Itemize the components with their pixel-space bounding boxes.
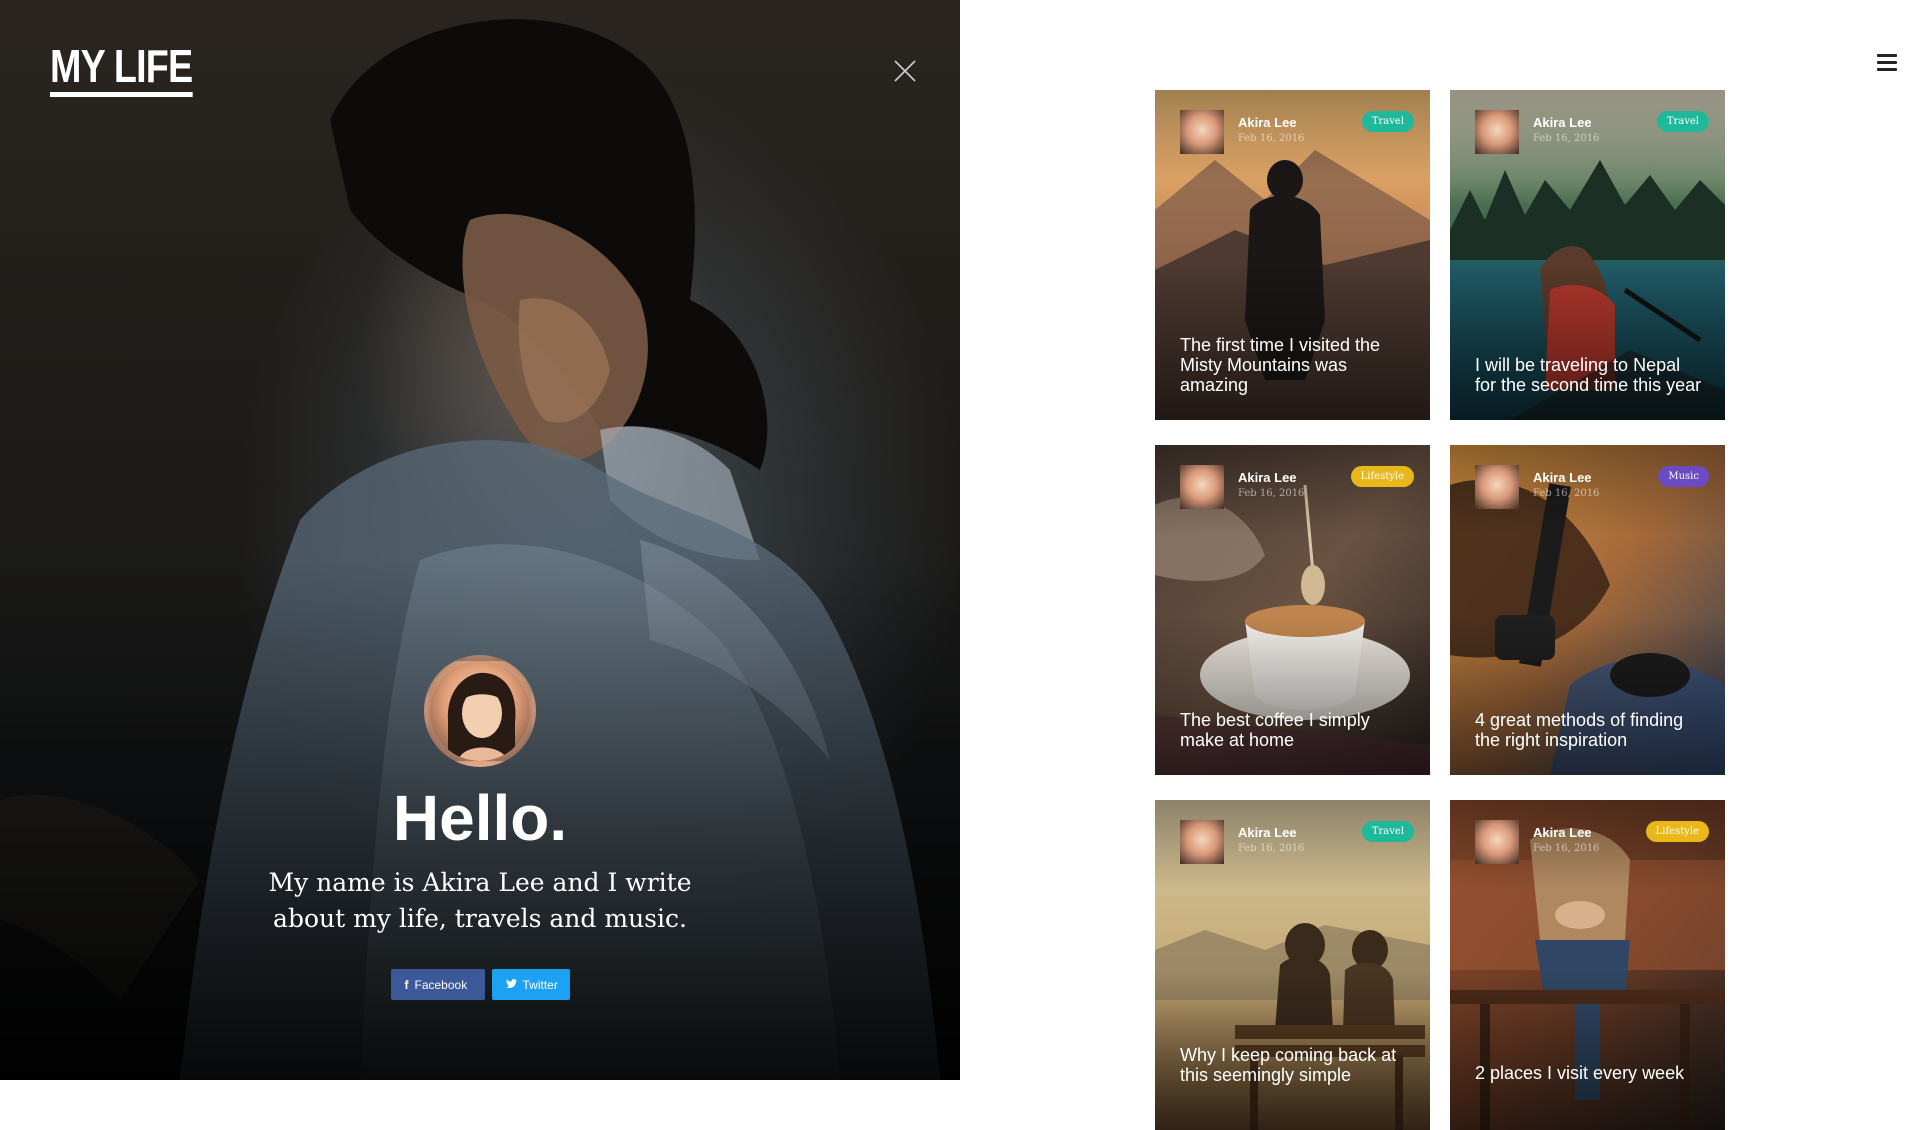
hero-intro-text: My name is Akira Lee and I write about m…	[268, 868, 692, 933]
post-header: Akira Lee Feb 16, 2016 Travel	[1475, 110, 1709, 154]
post-date: Feb 16, 2016	[1238, 488, 1305, 499]
hero-panel: MY LIFE Hello. My name is Akira Lee and …	[0, 0, 960, 1080]
post-author: Akira Lee	[1238, 115, 1297, 130]
post-card[interactable]: Akira Lee Feb 16, 2016 Lifestyle 2 place…	[1450, 800, 1725, 1130]
facebook-button[interactable]: f Facebook	[390, 969, 485, 1000]
post-author-avatar	[1180, 465, 1224, 509]
post-date: Feb 16, 2016	[1533, 843, 1600, 854]
author-avatar	[424, 655, 536, 767]
post-header: Akira Lee Feb 16, 2016 Lifestyle	[1475, 820, 1709, 864]
post-date: Feb 16, 2016	[1238, 133, 1305, 144]
posts-grid: Akira Lee Feb 16, 2016 Travel The first …	[1155, 90, 1725, 1130]
facebook-button-label: Facebook	[414, 977, 468, 992]
post-title[interactable]: 4 great methods of finding the right ins…	[1475, 710, 1703, 750]
post-author: Akira Lee	[1533, 115, 1592, 130]
post-author-avatar	[1180, 110, 1224, 154]
hamburger-menu-icon[interactable]	[1877, 54, 1897, 72]
post-title[interactable]: I will be traveling to Nepal for the sec…	[1475, 355, 1703, 395]
post-date: Feb 16, 2016	[1238, 843, 1305, 854]
post-author-avatar	[1475, 465, 1519, 509]
post-header: Akira Lee Feb 16, 2016 Travel	[1180, 820, 1414, 864]
post-title[interactable]: The first time I visited the Misty Mount…	[1180, 335, 1408, 395]
close-icon[interactable]	[894, 60, 916, 82]
post-card[interactable]: Akira Lee Feb 16, 2016 Travel I will be …	[1450, 90, 1725, 420]
intro-block: Hello. My name is Akira Lee and I write …	[0, 655, 960, 1000]
post-author: Akira Lee	[1238, 470, 1297, 485]
social-buttons: f Facebook Twitter	[0, 969, 960, 1000]
twitter-button-label: Twitter	[522, 977, 558, 992]
post-author-avatar	[1475, 110, 1519, 154]
post-author: Akira Lee	[1533, 470, 1592, 485]
post-author-avatar	[1180, 820, 1224, 864]
category-badge[interactable]: Travel	[1361, 111, 1414, 132]
post-title[interactable]: Why I keep coming back at this seemingly…	[1180, 1045, 1408, 1085]
post-author-avatar	[1475, 820, 1519, 864]
post-header: Akira Lee Feb 16, 2016 Lifestyle	[1180, 465, 1414, 509]
hero-heading: Hello.	[392, 782, 568, 854]
category-badge[interactable]: Music	[1658, 466, 1709, 487]
category-badge[interactable]: Lifestyle	[1350, 466, 1414, 487]
post-card[interactable]: Akira Lee Feb 16, 2016 Music 4 great met…	[1450, 445, 1725, 775]
site-logo[interactable]: MY LIFE	[50, 43, 193, 97]
post-author: Akira Lee	[1238, 825, 1297, 840]
category-badge[interactable]: Travel	[1656, 111, 1709, 132]
post-title[interactable]: The best coffee I simply make at home	[1180, 710, 1408, 750]
facebook-icon: f	[404, 977, 409, 992]
post-author: Akira Lee	[1533, 825, 1592, 840]
category-badge[interactable]: Travel	[1361, 821, 1414, 842]
post-card[interactable]: Akira Lee Feb 16, 2016 Travel Why I keep…	[1155, 800, 1430, 1130]
post-card[interactable]: Akira Lee Feb 16, 2016 Travel The first …	[1155, 90, 1430, 420]
post-date: Feb 16, 2016	[1533, 133, 1600, 144]
post-header: Akira Lee Feb 16, 2016 Travel	[1180, 110, 1414, 154]
post-header: Akira Lee Feb 16, 2016 Music	[1475, 465, 1709, 509]
post-date: Feb 16, 2016	[1533, 488, 1600, 499]
post-title[interactable]: 2 places I visit every week	[1475, 1063, 1703, 1083]
twitter-button[interactable]: Twitter	[491, 969, 570, 1000]
category-badge[interactable]: Lifestyle	[1645, 821, 1709, 842]
post-card[interactable]: Akira Lee Feb 16, 2016 Lifestyle The bes…	[1155, 445, 1430, 775]
twitter-icon	[505, 978, 517, 992]
